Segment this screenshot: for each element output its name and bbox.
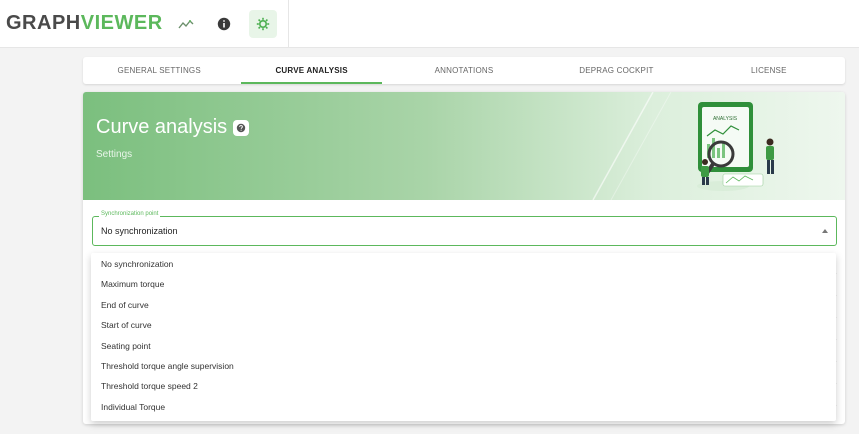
option-no-synchronization[interactable]: No synchronization [91,254,836,274]
option-end-of-curve[interactable]: End of curve [91,295,836,315]
option-threshold-torque-speed-2[interactable]: Threshold torque speed 2 [91,376,836,396]
illustration-label: ANALYSIS [713,116,738,122]
logo-part-viewer: VIEWER [80,12,163,34]
tab-annotations[interactable]: ANNOTATIONS [388,57,540,84]
settings-gear-icon[interactable] [249,10,277,38]
tab-general-settings[interactable]: GENERAL SETTINGS [83,57,235,84]
settings-tabs: GENERAL SETTINGS CURVE ANALYSIS ANNOTATI… [83,57,845,84]
synchronization-point-dropdown: No synchronization Maximum torque End of… [91,253,836,421]
hero-banner: Curve analysis Settings ANALYSIS [83,92,845,200]
synchronization-point-label: Synchronization point [99,211,161,217]
page-title-text: Curve analysis [96,116,228,138]
info-icon[interactable] [210,10,238,38]
option-seating-point[interactable]: Seating point [91,336,836,356]
page-subtitle: Settings [96,149,133,160]
top-bar: GRAPHVIEWER [0,0,859,48]
option-individual-torque[interactable]: Individual Torque [91,397,836,417]
tab-license[interactable]: LICENSE [693,57,845,84]
logo-part-graph: GRAPH [6,12,81,34]
app-logo[interactable]: GRAPHVIEWER [6,12,163,35]
option-start-of-curve[interactable]: Start of curve [91,315,836,335]
option-maximum-torque[interactable]: Maximum torque [91,274,836,294]
tab-curve-analysis[interactable]: CURVE ANALYSIS [235,57,387,84]
analysis-illustration: ANALYSIS [592,92,774,200]
option-threshold-torque-angle-supervision[interactable]: Threshold torque angle supervision [91,356,836,376]
caret-up-icon[interactable] [822,229,828,233]
help-icon[interactable] [233,119,250,136]
synchronization-point-value: No synchronization [101,226,178,236]
chart-wave-icon[interactable] [172,10,200,38]
page-title: Curve analysis [96,116,250,139]
synchronization-point-select[interactable]: Synchronization point No synchronization [92,211,837,246]
tab-deprag-cockpit[interactable]: DEPRAG COCKPIT [540,57,692,84]
toolbar-divider [288,0,289,48]
